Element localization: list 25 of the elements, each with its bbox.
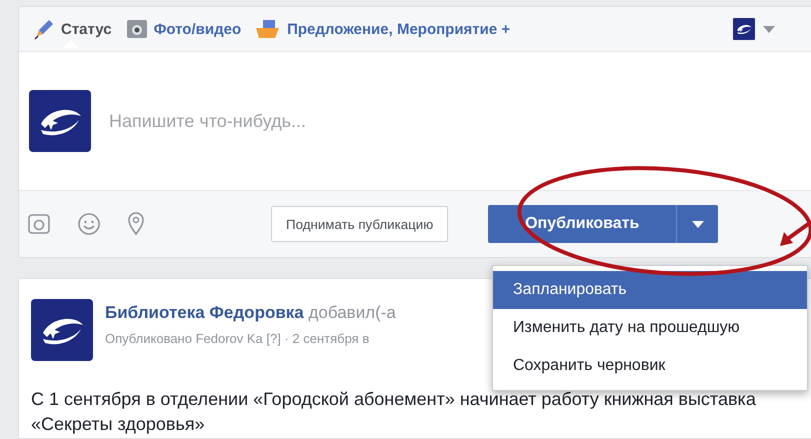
boost-post-button[interactable]: Поднимать публикацию [271, 206, 448, 242]
page-selector-avatar[interactable] [733, 18, 755, 40]
menu-item[interactable]: Сохранить черновик [493, 347, 807, 385]
camera-icon [126, 19, 148, 39]
caret-icon [692, 220, 704, 228]
instagram-camera-icon[interactable] [27, 212, 51, 236]
publish-options-dropdown[interactable] [676, 205, 718, 243]
post-input-field[interactable]: Напишите что-нибудь... [109, 110, 509, 132]
publish-button[interactable]: Опубликовать [488, 205, 676, 243]
menu-item[interactable]: Изменить дату на прошедшую [493, 309, 807, 347]
page-logo [31, 299, 93, 361]
menu-item[interactable]: Запланировать [493, 271, 807, 309]
composer-tab[interactable]: Фото/видео [126, 11, 242, 47]
page-logo [29, 90, 91, 152]
smiley-icon[interactable] [77, 212, 101, 236]
author-link[interactable]: Библиотека Федоровка [105, 303, 304, 322]
arrow-drawing [780, 220, 811, 246]
post-text: С 1 сентября в отделении «Городской абонемент» начинает работу книжная выставка «Секреты здоровья» [31, 388, 757, 436]
post-action-text: добавил(-а [308, 303, 396, 322]
pencil-icon [33, 18, 55, 40]
composer-tab[interactable]: Предложение, Мероприятие + [255, 11, 510, 47]
location-pin-icon[interactable] [127, 212, 145, 236]
post-meta-text: Опубликовано Fedorov Ka [?] · 2 сентября в [105, 331, 370, 346]
caret-icon[interactable] [763, 26, 775, 32]
composer-tab[interactable]: Статус [33, 11, 112, 47]
